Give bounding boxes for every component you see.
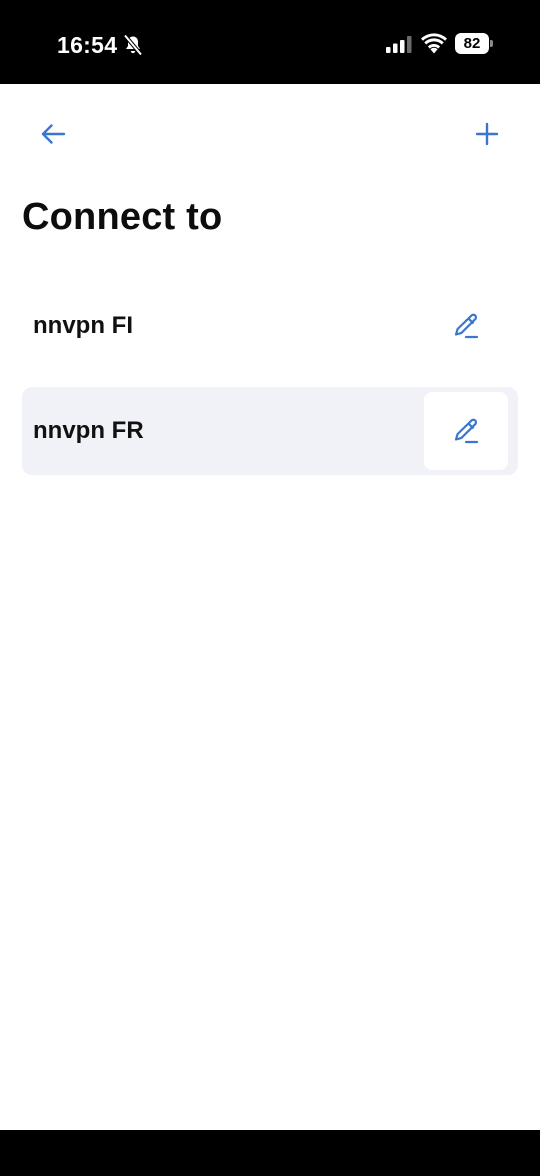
cellular-signal-icon xyxy=(386,36,412,53)
pencil-icon xyxy=(454,313,479,339)
battery-level: 82 xyxy=(455,33,489,54)
page-title: Connect to xyxy=(22,196,223,238)
edit-server-button[interactable] xyxy=(424,392,508,470)
bottom-bar xyxy=(0,1130,540,1176)
wifi-icon xyxy=(421,33,447,54)
server-row-fi[interactable]: nnvpn FI xyxy=(22,282,518,370)
bell-off-icon xyxy=(123,34,143,56)
status-time: 16:54 xyxy=(57,32,118,58)
arrow-left-icon xyxy=(41,124,66,144)
add-server-button[interactable] xyxy=(468,115,506,153)
plus-icon xyxy=(475,122,499,146)
pencil-icon xyxy=(454,418,479,444)
screen: 16:54 82 Connect to nnvpn FI nnvpn FR xyxy=(0,0,540,1176)
server-name: nnvpn FR xyxy=(33,417,144,444)
back-button[interactable] xyxy=(34,115,72,153)
server-row-fr[interactable]: nnvpn FR xyxy=(22,387,518,475)
battery-tip xyxy=(490,40,493,47)
battery-indicator: 82 xyxy=(455,33,493,54)
server-name: nnvpn FI xyxy=(33,312,133,339)
status-bar: 16:54 82 xyxy=(0,0,540,84)
edit-server-button[interactable] xyxy=(424,287,508,365)
server-list: nnvpn FI nnvpn FR xyxy=(22,282,518,492)
